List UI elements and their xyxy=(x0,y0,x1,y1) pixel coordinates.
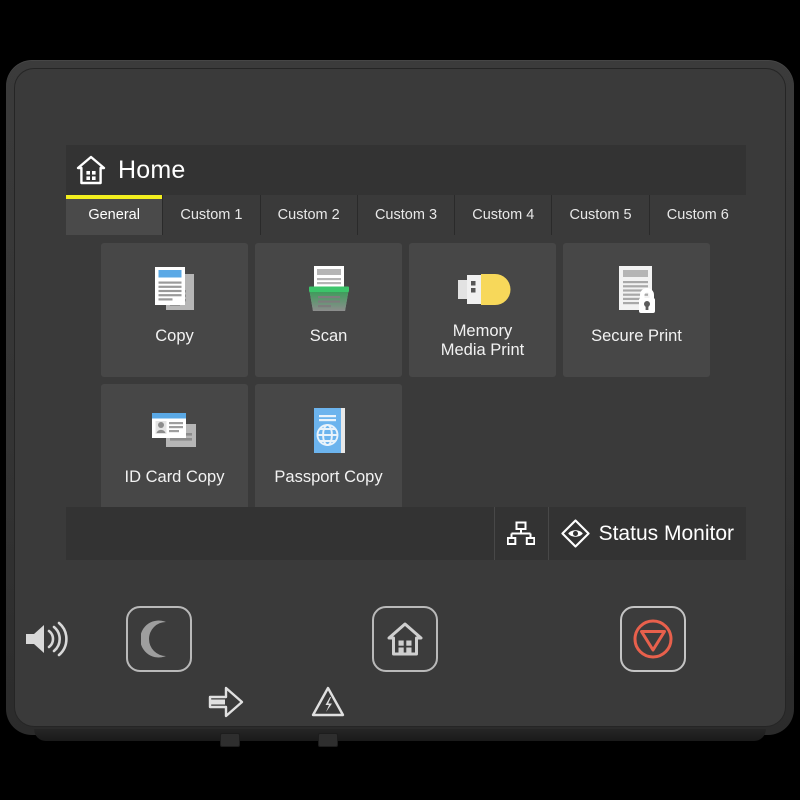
page-title: Home xyxy=(118,155,186,184)
tab-label: Custom 1 xyxy=(180,207,243,223)
warning-triangle-icon xyxy=(311,686,345,717)
tab-label: Custom 3 xyxy=(374,207,438,223)
volume-speaker-icon xyxy=(26,621,68,657)
eye-diamond-icon xyxy=(560,519,590,548)
tile-scan[interactable]: Scan xyxy=(255,243,402,377)
tile-empty-slot xyxy=(409,384,556,510)
scanner-icon xyxy=(296,259,362,321)
data-arrow-icon xyxy=(208,686,244,718)
printer-device-body: Home General Custom 1 Custom 2 Custom 3 xyxy=(6,60,794,747)
touchscreen-display[interactable]: Home General Custom 1 Custom 2 Custom 3 xyxy=(66,145,746,560)
tab-accent xyxy=(650,195,746,199)
tile-label: Secure Print xyxy=(591,327,682,345)
stop-icon xyxy=(633,619,673,659)
tile-label: Passport Copy xyxy=(274,468,383,486)
tab-custom-5[interactable]: Custom 5 xyxy=(552,195,650,235)
sleep-button[interactable] xyxy=(126,606,192,672)
home-icon xyxy=(76,155,106,185)
tab-custom-1[interactable]: Custom 1 xyxy=(163,195,261,235)
tile-id-card-copy[interactable]: ID Card Copy xyxy=(101,384,248,510)
tab-label: Custom 2 xyxy=(277,207,340,223)
tab-label: Custom 6 xyxy=(666,207,729,223)
passport-book-icon xyxy=(296,400,362,462)
tab-accent xyxy=(358,195,454,199)
stop-button[interactable] xyxy=(620,606,686,672)
tile-copy[interactable]: Copy xyxy=(101,243,248,377)
tab-label: General xyxy=(88,207,140,223)
status-bar: Status Monitor xyxy=(66,507,746,560)
tab-custom-3[interactable]: Custom 3 xyxy=(357,195,456,235)
tab-label: Custom 5 xyxy=(569,207,632,223)
tab-accent xyxy=(455,195,551,199)
tab-custom-6[interactable]: Custom 6 xyxy=(649,195,746,235)
tile-label: Scan xyxy=(309,327,348,345)
tab-active-accent xyxy=(66,195,163,199)
usb-flash-drive-icon xyxy=(450,259,516,321)
device-foot-right xyxy=(318,733,338,747)
tab-accent xyxy=(261,195,357,199)
status-monitor-button[interactable]: Status Monitor xyxy=(547,507,746,560)
copy-documents-icon xyxy=(142,259,208,321)
tile-passport-copy[interactable]: Passport Copy xyxy=(255,384,402,510)
tile-empty-slot xyxy=(563,384,710,510)
tile-label-line1: Memory xyxy=(452,322,513,340)
tile-secure-print[interactable]: Secure Print xyxy=(563,243,710,377)
home-icon xyxy=(387,622,423,656)
tab-accent xyxy=(163,195,259,199)
status-monitor-label: Status Monitor xyxy=(598,521,734,545)
tab-general[interactable]: General xyxy=(66,195,164,235)
tile-label: Copy xyxy=(155,327,194,345)
id-card-icon xyxy=(142,400,208,462)
home-button[interactable] xyxy=(372,606,438,672)
tab-label: Custom 4 xyxy=(472,207,535,223)
tab-custom-4[interactable]: Custom 4 xyxy=(455,195,553,235)
screen-title-bar: Home xyxy=(66,145,746,195)
moon-icon xyxy=(141,620,166,658)
tab-custom-2[interactable]: Custom 2 xyxy=(260,195,358,235)
tile-memory-media-print[interactable]: Memory Media Print xyxy=(409,243,556,377)
tab-accent xyxy=(552,195,648,199)
network-tree-icon xyxy=(507,521,536,545)
tile-label-line2: Media Print xyxy=(440,341,525,359)
device-foot-left xyxy=(220,733,240,747)
network-status-button[interactable] xyxy=(493,507,548,560)
tab-bar: General Custom 1 Custom 2 Custom 3 Custo… xyxy=(66,195,746,235)
function-grid-panel: Copy Scan Memory Media Print Secure Prin… xyxy=(66,235,746,510)
tile-label: ID Card Copy xyxy=(124,468,225,486)
function-grid: Copy Scan Memory Media Print Secure Prin… xyxy=(101,243,721,510)
document-lock-icon xyxy=(604,259,670,321)
device-bottom-lip xyxy=(34,729,766,741)
tile-label: Memory Media Print xyxy=(441,322,524,360)
